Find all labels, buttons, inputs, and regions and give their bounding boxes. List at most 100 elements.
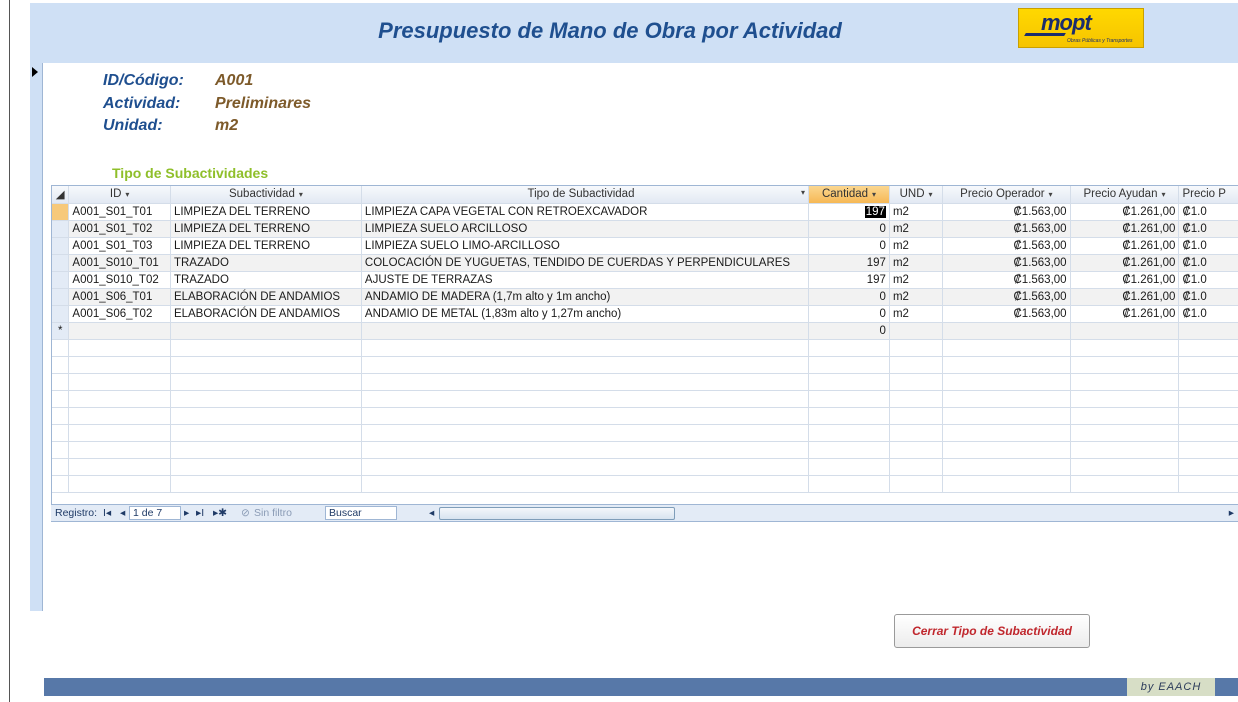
cell-precio-ayudante[interactable]: ₡1.261,00 xyxy=(1070,305,1180,323)
cell-precio-ayudante[interactable]: ₡1.261,00 xyxy=(1070,288,1180,306)
col-header-subactividad[interactable]: Subactividad ▾ xyxy=(170,186,362,204)
col-header-cantidad[interactable]: Cantidad ▾ xyxy=(808,186,890,204)
horizontal-scrollbar-thumb[interactable] xyxy=(439,507,675,520)
cell-cantidad[interactable]: 0 xyxy=(808,305,890,323)
search-box[interactable]: Buscar xyxy=(325,506,397,520)
cell-id[interactable]: A001_S010_T02 xyxy=(68,271,171,289)
cell-precio-operador[interactable]: ₡1.563,00 xyxy=(942,288,1071,306)
row-selector[interactable] xyxy=(52,203,70,221)
cell-precio-operador[interactable]: ₡1.563,00 xyxy=(942,305,1071,323)
cell-und[interactable]: m2 xyxy=(889,203,944,221)
row-selector[interactable] xyxy=(52,220,70,238)
cell-cantidad[interactable]: 0 xyxy=(808,288,890,306)
cell-precio-ayudante[interactable] xyxy=(1070,322,1180,340)
cell-und[interactable]: m2 xyxy=(889,220,944,238)
cell-subactividad[interactable]: ELABORACIÓN DE ANDAMIOS xyxy=(170,305,362,323)
cell-und[interactable]: m2 xyxy=(889,237,944,255)
cell-precio-ayudante[interactable]: ₡1.261,00 xyxy=(1070,254,1180,272)
new-record-marker[interactable]: * xyxy=(52,322,70,340)
cell-precio-ayudante[interactable]: ₡1.261,00 xyxy=(1070,203,1180,221)
row-selector[interactable] xyxy=(52,305,70,323)
table-row[interactable]: A001_S010_T01 TRAZADO COLOCACIÓN DE YUGU… xyxy=(52,254,1238,272)
cell-subactividad[interactable]: TRAZADO xyxy=(170,254,362,272)
cell-subactividad[interactable]: LIMPIEZA DEL TERRENO xyxy=(170,203,362,221)
table-row[interactable]: A001_S010_T02 TRAZADO AJUSTE DE TERRAZAS… xyxy=(52,271,1238,289)
new-record-icon[interactable]: ▸✱ xyxy=(213,507,227,519)
cell-precio-p[interactable]: ₡1.0 xyxy=(1178,254,1238,272)
cell-precio-operador[interactable]: ₡1.563,00 xyxy=(942,254,1071,272)
sort-dropdown-icon[interactable]: ▾ xyxy=(1049,190,1053,199)
first-record-icon[interactable]: I◂ xyxy=(103,507,111,519)
cell-precio-operador[interactable] xyxy=(942,322,1071,340)
next-record-icon[interactable]: ▸ xyxy=(184,507,189,519)
cell-und[interactable]: m2 xyxy=(889,271,944,289)
cell-tipo[interactable] xyxy=(361,322,810,340)
cell-id[interactable]: A001_S01_T01 xyxy=(68,203,171,221)
cell-precio-p[interactable]: ₡1.0 xyxy=(1178,237,1238,255)
cell-subactividad[interactable]: LIMPIEZA DEL TERRENO xyxy=(170,220,362,238)
cell-precio-operador[interactable]: ₡1.563,00 xyxy=(942,271,1071,289)
cell-und[interactable]: m2 xyxy=(889,305,944,323)
cell-und[interactable]: m2 xyxy=(889,288,944,306)
col-header-tipo[interactable]: Tipo de Subactividad ▾ xyxy=(361,186,810,204)
table-row[interactable]: A001_S01_T02 LIMPIEZA DEL TERRENO LIMPIE… xyxy=(52,220,1238,238)
cell-id[interactable]: A001_S01_T02 xyxy=(68,220,171,238)
cell-precio-ayudante[interactable]: ₡1.261,00 xyxy=(1070,271,1180,289)
form-record-selector[interactable] xyxy=(30,63,43,611)
select-all-corner[interactable]: ◢ xyxy=(52,186,70,204)
scroll-right-icon[interactable]: ▸ xyxy=(1229,507,1234,519)
filter-status[interactable]: Sin filtro xyxy=(254,507,292,519)
table-row[interactable]: A001_S01_T03 LIMPIEZA DEL TERRENO LIMPIE… xyxy=(52,237,1238,255)
table-row[interactable]: A001_S06_T01 ELABORACIÓN DE ANDAMIOS AND… xyxy=(52,288,1238,306)
cell-precio-operador[interactable]: ₡1.563,00 xyxy=(942,237,1071,255)
cell-precio-operador[interactable]: ₡1.563,00 xyxy=(942,220,1071,238)
cell-tipo[interactable]: LIMPIEZA SUELO LIMO-ARCILLOSO xyxy=(361,237,810,255)
cell-subactividad[interactable] xyxy=(170,322,362,340)
sort-dropdown-icon[interactable]: ▾ xyxy=(1161,190,1165,199)
cell-subactividad[interactable]: TRAZADO xyxy=(170,271,362,289)
row-selector[interactable] xyxy=(52,271,70,289)
row-selector[interactable] xyxy=(52,254,70,272)
cell-precio-ayudante[interactable]: ₡1.261,00 xyxy=(1070,220,1180,238)
cell-tipo[interactable]: AJUSTE DE TERRAZAS xyxy=(361,271,810,289)
row-selector[interactable] xyxy=(52,288,70,306)
cell-tipo[interactable]: ANDAMIO DE MADERA (1,7m alto y 1m ancho) xyxy=(361,288,810,306)
cell-und[interactable] xyxy=(889,322,944,340)
col-header-und[interactable]: UND ▾ xyxy=(889,186,944,204)
cell-cantidad[interactable]: 0 xyxy=(808,322,890,340)
cell-cantidad[interactable]: 0 xyxy=(808,220,890,238)
cell-und[interactable]: m2 xyxy=(889,254,944,272)
close-subactivity-button[interactable]: Cerrar Tipo de Subactividad xyxy=(894,614,1090,648)
cell-precio-ayudante[interactable]: ₡1.261,00 xyxy=(1070,237,1180,255)
cell-precio-p[interactable]: ₡1.0 xyxy=(1178,271,1238,289)
sort-dropdown-icon[interactable]: ▾ xyxy=(801,188,805,197)
cell-id[interactable]: A001_S010_T01 xyxy=(68,254,171,272)
filter-icon[interactable]: ⊘ xyxy=(241,507,250,519)
cell-tipo[interactable]: LIMPIEZA SUELO ARCILLOSO xyxy=(361,220,810,238)
cell-id[interactable]: A001_S06_T01 xyxy=(68,288,171,306)
cell-precio-operador[interactable]: ₡1.563,00 xyxy=(942,203,1071,221)
col-header-precio-p[interactable]: Precio P xyxy=(1178,186,1238,204)
cell-cantidad-active[interactable]: 197 xyxy=(808,203,890,221)
cell-precio-p[interactable]: ₡1.0 xyxy=(1178,288,1238,306)
table-row[interactable]: A001_S06_T02 ELABORACIÓN DE ANDAMIOS AND… xyxy=(52,305,1238,323)
cell-cantidad[interactable]: 197 xyxy=(808,254,890,272)
cell-subactividad[interactable]: ELABORACIÓN DE ANDAMIOS xyxy=(170,288,362,306)
sort-dropdown-icon[interactable]: ▾ xyxy=(125,190,129,199)
cell-precio-p[interactable]: ₡1.0 xyxy=(1178,203,1238,221)
cell-cantidad[interactable]: 197 xyxy=(808,271,890,289)
cell-cantidad[interactable]: 0 xyxy=(808,237,890,255)
row-selector[interactable] xyxy=(52,237,70,255)
record-position-input[interactable]: 1 de 7 xyxy=(129,506,181,520)
sort-dropdown-icon[interactable]: ▾ xyxy=(872,190,876,199)
subactivities-datasheet[interactable]: ◢ ID ▾ Subactividad ▾ Tipo de Subactividad… xyxy=(51,185,1238,522)
cell-id[interactable] xyxy=(68,322,171,340)
col-header-precio-operador[interactable]: Precio Operador ▾ xyxy=(942,186,1071,204)
col-header-id[interactable]: ID ▾ xyxy=(68,186,171,204)
cell-subactividad[interactable]: LIMPIEZA DEL TERRENO xyxy=(170,237,362,255)
cell-tipo[interactable]: ANDAMIO DE METAL (1,83m alto y 1,27m anc… xyxy=(361,305,810,323)
new-record-row[interactable]: * 0 xyxy=(52,322,1238,340)
cell-precio-p[interactable]: ₡1.0 xyxy=(1178,220,1238,238)
col-header-precio-ayudante[interactable]: Precio Ayudan ▾ xyxy=(1070,186,1180,204)
prev-record-icon[interactable]: ◂ xyxy=(120,507,125,519)
